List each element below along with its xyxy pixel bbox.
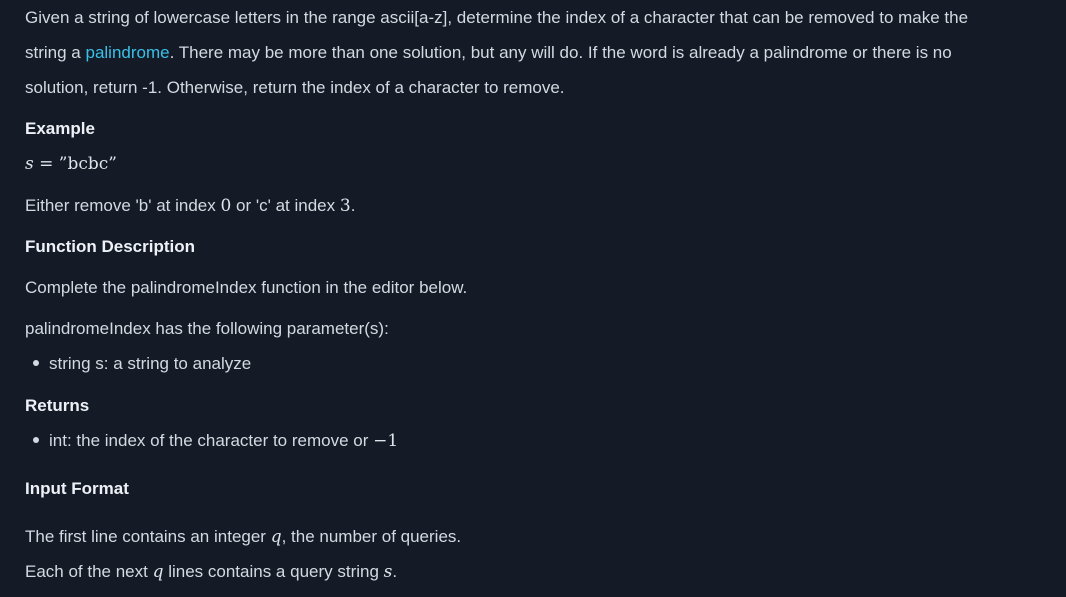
bullet-icon	[33, 436, 39, 443]
parameter-list-item: string s: a string to analyze	[33, 354, 251, 374]
input-format-text-2-mid: lines contains a query string	[163, 562, 384, 581]
example-text-mid: or 'c' at index	[231, 196, 340, 215]
input-format-var-q: q	[270, 527, 282, 547]
returns-list-item: int: the index of the character to remov…	[33, 431, 398, 451]
returns-heading: Returns	[25, 396, 90, 415]
example-text-pre: Either remove 'b' at index	[25, 196, 221, 215]
example-index-b: 0	[220, 196, 232, 216]
example-heading: Example	[25, 119, 95, 138]
function-description-text-1: Complete the palindromeIndex function in…	[25, 278, 468, 297]
bullet-icon	[33, 359, 39, 366]
input-format-var-q-2: q	[152, 562, 164, 582]
input-format-text-1-pre: The first line contains an integer	[25, 527, 271, 546]
intro-text-2-post: . There may be more than one solution, b…	[169, 43, 952, 62]
intro-text-1: Given a string of lowercase letters in t…	[25, 8, 969, 27]
input-format-line-1: The first line contains an integer q, th…	[25, 527, 461, 547]
input-format-line-2: Each of the next q lines contains a quer…	[25, 562, 397, 582]
input-format-text-2-post: .	[392, 562, 398, 581]
palindrome-link[interactable]: palindrome	[85, 43, 169, 62]
intro-line-2: string a palindrome. There may be more t…	[25, 43, 952, 63]
intro-line-1: Given a string of lowercase letters in t…	[25, 8, 968, 28]
returns-value: −1	[373, 431, 399, 451]
function-description-heading: Function Description	[25, 237, 195, 256]
returns-text: int: the index of the character to remov…	[49, 431, 374, 450]
intro-text-2-pre: string a	[25, 43, 86, 62]
parameter-text: string s: a string to analyze	[49, 354, 252, 373]
intro-line-3: solution, return -1. Otherwise, return t…	[25, 78, 565, 98]
function-description-text-2: palindromeIndex has the following parame…	[25, 319, 389, 338]
formula-value: = ”bcbc”	[33, 154, 117, 174]
function-description-line-1: Complete the palindromeIndex function in…	[25, 278, 467, 298]
input-format-heading: Input Format	[25, 479, 129, 498]
function-description-line-2: palindromeIndex has the following parame…	[25, 319, 389, 339]
example-text-post: .	[350, 196, 356, 215]
formula-variable: s	[25, 154, 34, 174]
input-format-text-2-pre: Each of the next	[25, 562, 153, 581]
example-explanation: Either remove 'b' at index 0 or 'c' at i…	[25, 196, 355, 216]
intro-text-3: solution, return -1. Otherwise, return t…	[25, 78, 565, 97]
example-index-c: 3	[339, 196, 351, 216]
example-formula: s = ”bcbc”	[25, 154, 117, 174]
input-format-text-1-post: , the number of queries.	[281, 527, 462, 546]
